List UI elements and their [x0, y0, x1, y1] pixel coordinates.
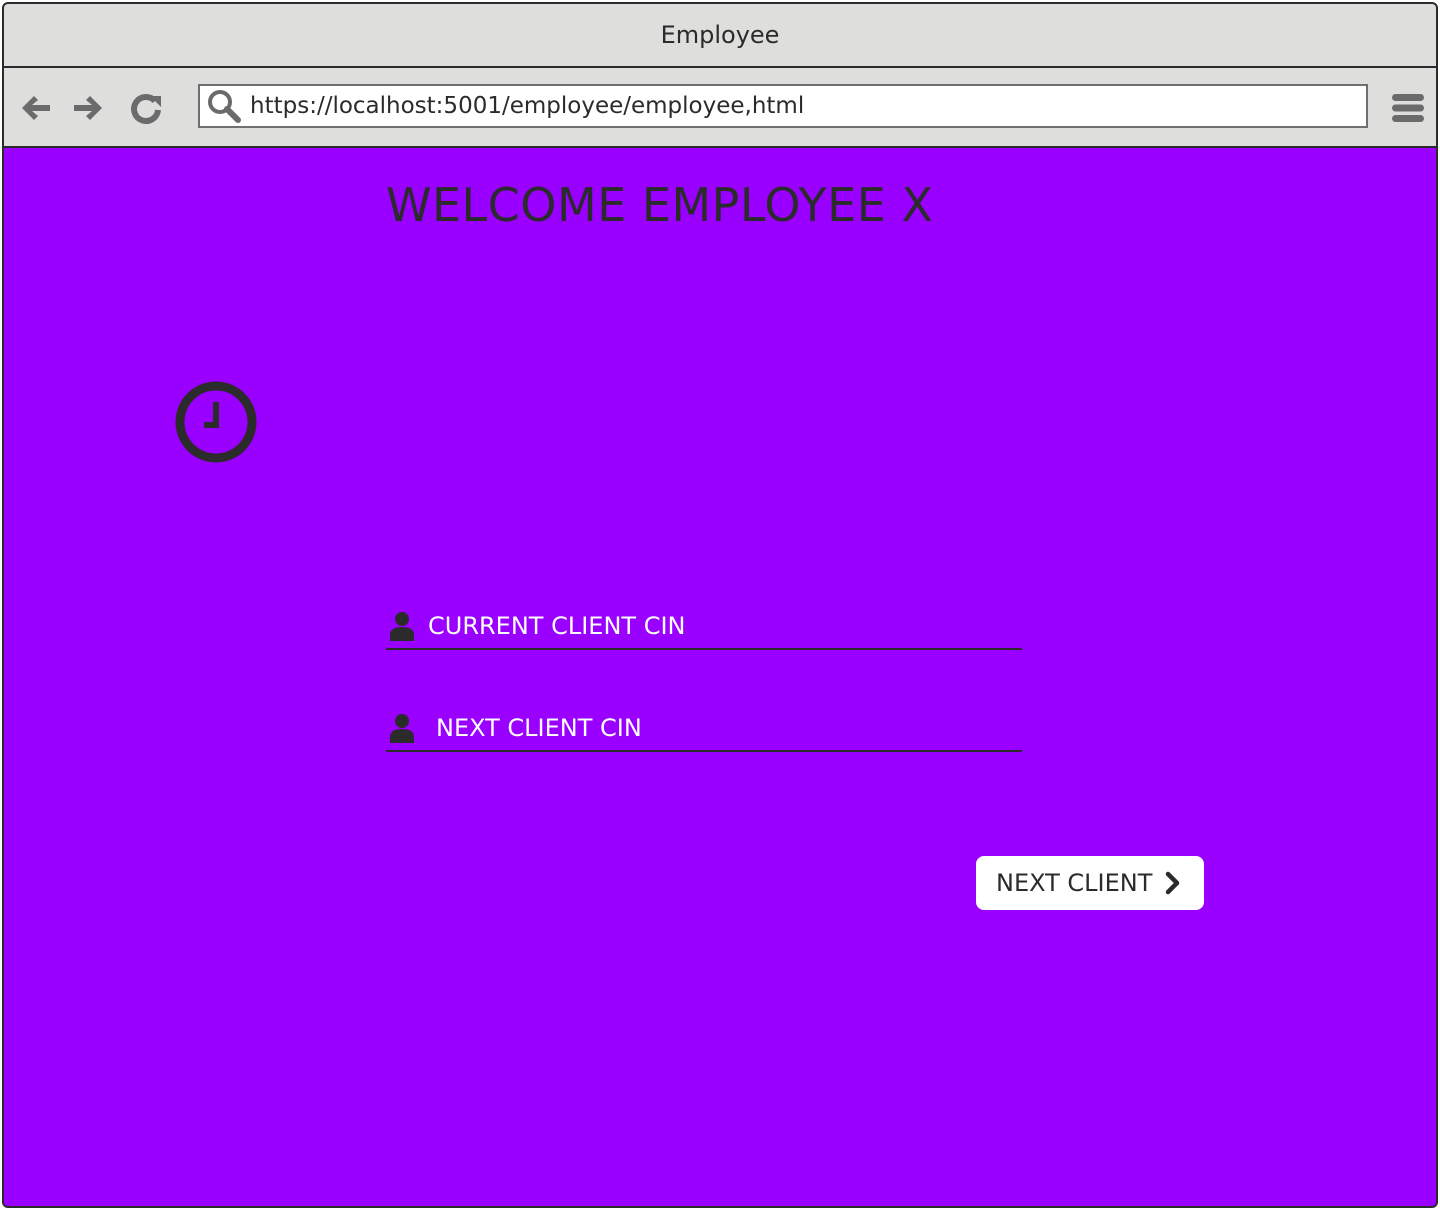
browser-toolbar [4, 68, 1436, 148]
hamburger-menu-icon [1392, 94, 1424, 122]
window-title: Employee [660, 21, 780, 49]
arrow-right-icon [74, 96, 102, 120]
page-content: WELCOME EMPLOYEE X NEXT CLIENT [4, 148, 1436, 1206]
back-button[interactable] [18, 90, 54, 126]
window-titlebar: Employee [4, 4, 1436, 68]
chevron-right-icon [1164, 871, 1182, 895]
reload-icon [131, 94, 161, 124]
arrow-left-icon [22, 96, 50, 120]
forward-button[interactable] [70, 90, 106, 126]
user-icon [390, 612, 414, 641]
next-client-cin-input[interactable] [428, 714, 1022, 742]
current-client-cin-input[interactable] [428, 612, 1022, 640]
browser-menu-button[interactable] [1390, 90, 1426, 126]
next-client-button[interactable]: NEXT CLIENT [976, 856, 1204, 910]
current-client-cin-field [386, 604, 1022, 650]
page-title: WELCOME EMPLOYEE X [386, 178, 934, 232]
reload-button[interactable] [128, 90, 164, 126]
address-bar[interactable] [198, 84, 1368, 128]
next-client-cin-field [386, 706, 1022, 752]
search-icon [204, 86, 244, 126]
browser-window: Employee https://localhost:5001/employee… [2, 2, 1438, 1208]
clock-icon [174, 380, 258, 464]
user-icon [390, 714, 414, 743]
next-client-button-label: NEXT CLIENT [996, 869, 1153, 897]
url-input[interactable] [244, 86, 1366, 126]
